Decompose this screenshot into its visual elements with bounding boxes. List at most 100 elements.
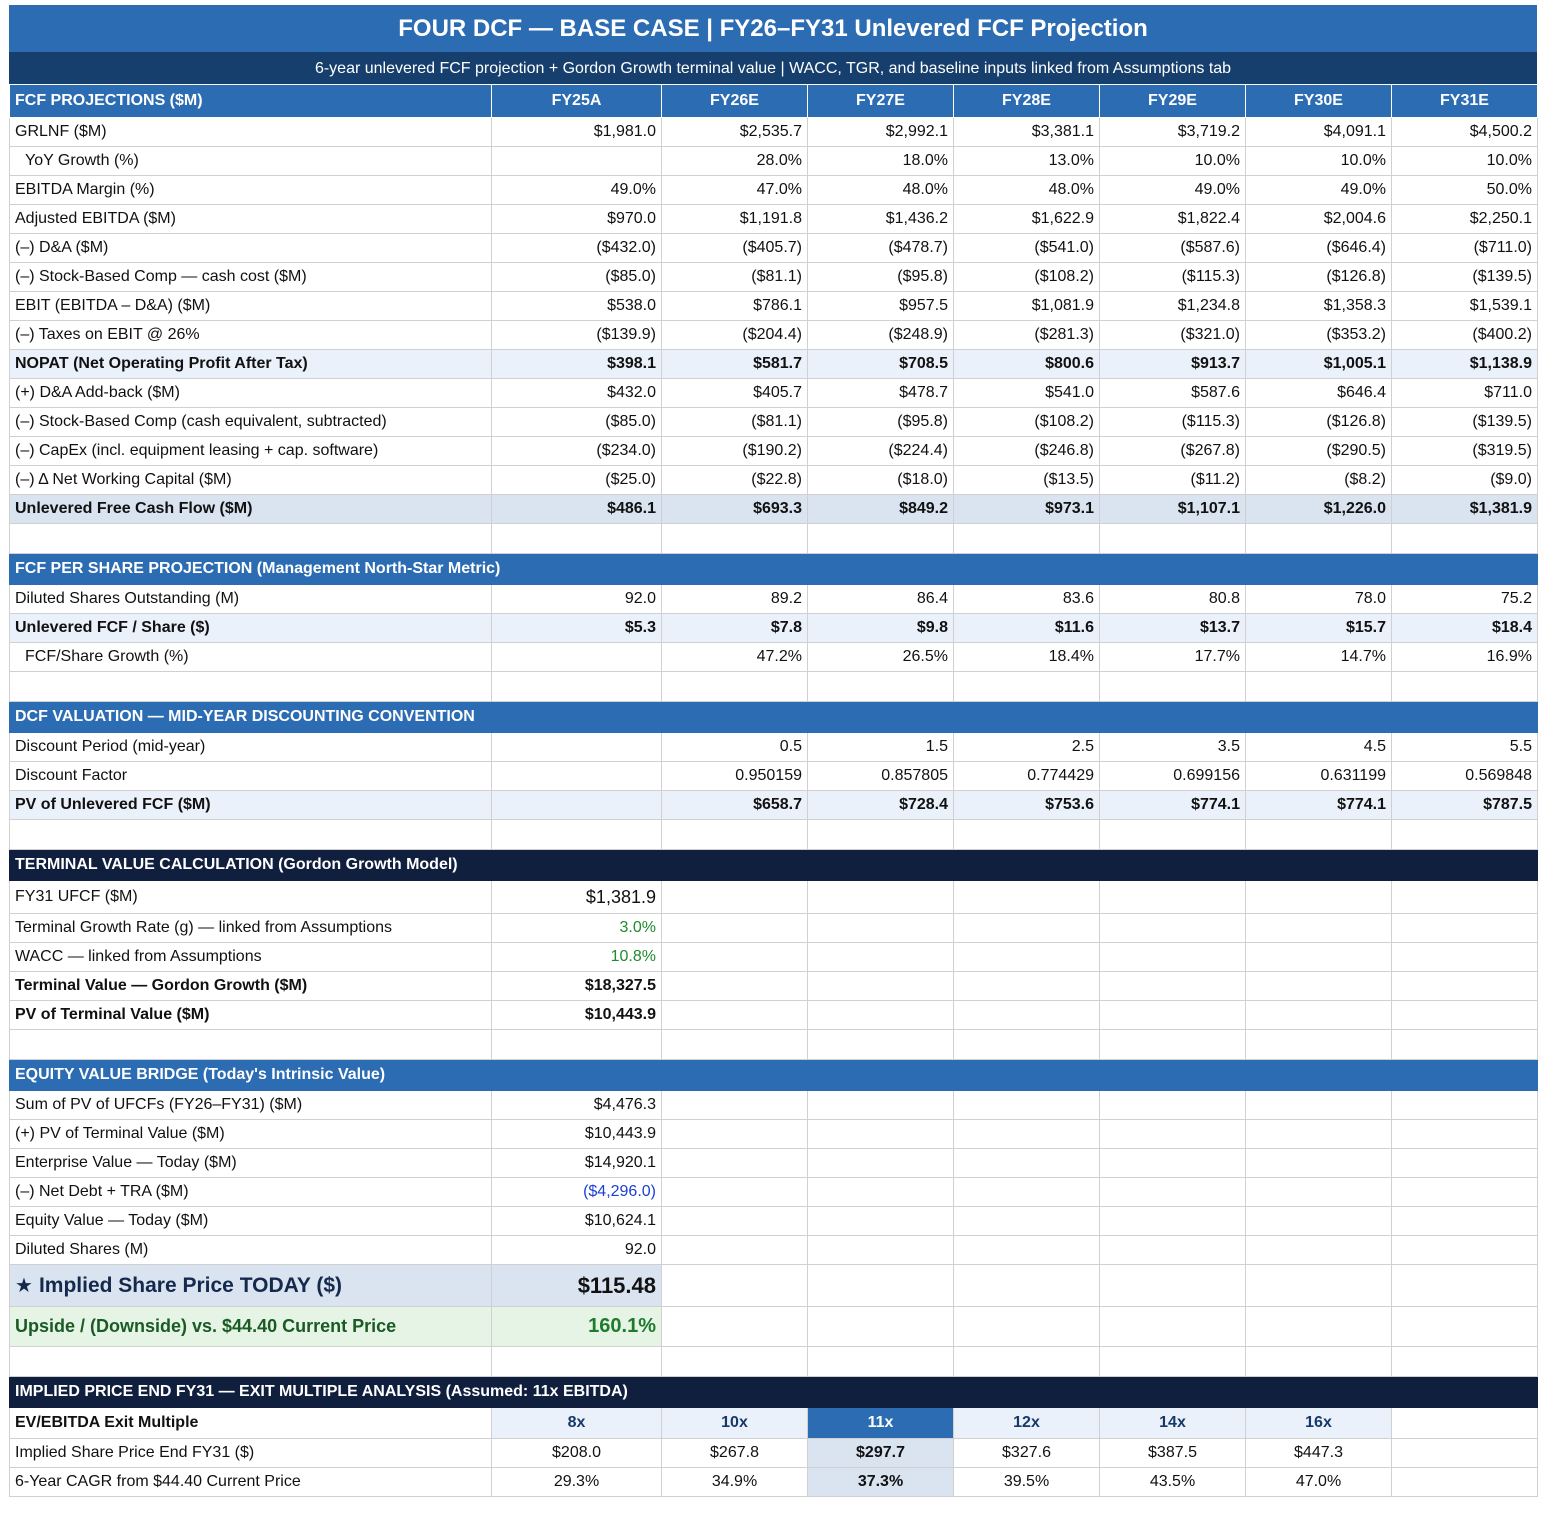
value-cell[interactable]: $1,234.8 (1099, 291, 1246, 321)
value-cell[interactable]: $208.0 (491, 1438, 662, 1468)
value-cell[interactable]: 80.8 (1099, 584, 1246, 614)
value-cell[interactable]: $1,191.8 (661, 204, 808, 234)
value-cell[interactable]: 3.0% (491, 913, 662, 943)
value-cell[interactable]: ($587.6) (1099, 233, 1246, 263)
empty-cell[interactable] (953, 671, 1100, 702)
empty-cell[interactable] (1245, 1000, 1392, 1030)
value-cell[interactable]: ($11.2) (1099, 465, 1246, 495)
value-cell[interactable]: $1,226.0 (1245, 494, 1392, 524)
empty-cell[interactable] (1099, 523, 1246, 554)
value-cell[interactable]: $18.4 (1391, 613, 1538, 643)
empty-cell[interactable] (661, 1119, 808, 1149)
value-cell[interactable]: 48.0% (807, 175, 954, 205)
empty-cell[interactable] (1099, 1177, 1246, 1207)
empty-cell[interactable] (1391, 1090, 1538, 1120)
empty-cell[interactable] (1099, 1119, 1246, 1149)
empty-cell[interactable] (1391, 1119, 1538, 1149)
empty-cell[interactable] (1391, 1346, 1538, 1377)
value-cell[interactable]: 47.0% (661, 175, 808, 205)
multiple-header[interactable]: 14x (1099, 1407, 1246, 1439)
empty-cell[interactable] (1391, 1407, 1538, 1439)
value-cell[interactable]: ($432.0) (491, 233, 662, 263)
multiple-header[interactable]: 11x (807, 1407, 954, 1439)
empty-cell[interactable] (1245, 1148, 1392, 1178)
value-cell[interactable]: 26.5% (807, 642, 954, 672)
value-cell[interactable]: ($290.5) (1245, 436, 1392, 466)
empty-cell[interactable] (1391, 1235, 1538, 1265)
value-cell[interactable]: 10.0% (1099, 146, 1246, 176)
value-cell[interactable] (491, 761, 662, 791)
value-cell[interactable]: $1,081.9 (953, 291, 1100, 321)
empty-cell[interactable] (1099, 819, 1246, 850)
value-cell[interactable]: ($115.3) (1099, 407, 1246, 437)
empty-cell[interactable] (661, 1029, 808, 1060)
empty-cell[interactable] (1245, 1029, 1392, 1060)
value-cell[interactable] (491, 642, 662, 672)
value-cell[interactable]: $646.4 (1245, 378, 1392, 408)
empty-cell[interactable] (1391, 1467, 1538, 1497)
value-cell[interactable]: $18,327.5 (491, 971, 662, 1001)
empty-cell[interactable] (661, 942, 808, 972)
value-cell[interactable] (491, 146, 662, 176)
empty-cell[interactable] (1099, 1029, 1246, 1060)
value-cell[interactable]: 37.3% (807, 1467, 954, 1497)
value-cell[interactable]: ($400.2) (1391, 320, 1538, 350)
value-cell[interactable]: 83.6 (953, 584, 1100, 614)
value-cell[interactable]: $1,107.1 (1099, 494, 1246, 524)
value-cell[interactable]: 47.0% (1245, 1467, 1392, 1497)
value-cell[interactable]: ($4,296.0) (491, 1177, 662, 1207)
empty-cell[interactable] (1391, 913, 1538, 943)
value-cell[interactable]: $10,624.1 (491, 1206, 662, 1236)
value-cell[interactable]: $711.0 (1391, 378, 1538, 408)
value-cell[interactable]: $15.7 (1245, 613, 1392, 643)
value-cell[interactable]: $728.4 (807, 790, 954, 820)
value-cell[interactable]: ($353.2) (1245, 320, 1392, 350)
empty-cell[interactable] (1245, 1346, 1392, 1377)
value-cell[interactable]: $1,138.9 (1391, 349, 1538, 379)
empty-cell[interactable] (661, 1206, 808, 1236)
value-cell[interactable]: $1,436.2 (807, 204, 954, 234)
empty-cell[interactable] (661, 1090, 808, 1120)
value-cell[interactable]: ($204.4) (661, 320, 808, 350)
empty-cell[interactable] (807, 1235, 954, 1265)
empty-cell[interactable] (1391, 971, 1538, 1001)
value-cell[interactable]: $432.0 (491, 378, 662, 408)
value-cell[interactable]: $658.7 (661, 790, 808, 820)
value-cell[interactable]: $11.6 (953, 613, 1100, 643)
value-cell[interactable]: ($646.4) (1245, 233, 1392, 263)
empty-cell[interactable] (1391, 1029, 1538, 1060)
empty-cell[interactable] (1391, 1206, 1538, 1236)
empty-cell[interactable] (1099, 1346, 1246, 1377)
value-cell[interactable]: 10.8% (491, 942, 662, 972)
value-cell[interactable]: $800.6 (953, 349, 1100, 379)
value-cell[interactable]: $849.2 (807, 494, 954, 524)
value-cell[interactable]: $581.7 (661, 349, 808, 379)
value-cell[interactable]: 75.2 (1391, 584, 1538, 614)
empty-cell[interactable] (491, 819, 662, 850)
value-cell[interactable]: ($8.2) (1245, 465, 1392, 495)
empty-cell[interactable] (807, 819, 954, 850)
empty-cell[interactable] (807, 523, 954, 554)
value-cell[interactable]: 0.950159 (661, 761, 808, 791)
empty-cell[interactable] (953, 942, 1100, 972)
value-cell[interactable]: ($108.2) (953, 407, 1100, 437)
value-cell[interactable]: 18.0% (807, 146, 954, 176)
value-cell[interactable]: ($267.8) (1099, 436, 1246, 466)
value-cell[interactable]: 14.7% (1245, 642, 1392, 672)
empty-cell[interactable] (1391, 1148, 1538, 1178)
empty-cell[interactable] (491, 1346, 662, 1377)
value-cell[interactable]: $973.1 (953, 494, 1100, 524)
value-cell[interactable]: ($541.0) (953, 233, 1100, 263)
value-cell[interactable]: $13.7 (1099, 613, 1246, 643)
empty-cell[interactable] (1099, 880, 1246, 914)
value-cell[interactable]: 0.5 (661, 732, 808, 762)
value-cell[interactable]: 10.0% (1391, 146, 1538, 176)
empty-cell[interactable] (1099, 942, 1246, 972)
empty-cell[interactable] (953, 971, 1100, 1001)
value-cell[interactable]: $1,539.1 (1391, 291, 1538, 321)
value-cell[interactable] (491, 790, 662, 820)
value-cell[interactable]: 10.0% (1245, 146, 1392, 176)
empty-cell[interactable] (661, 1148, 808, 1178)
value-cell[interactable]: 13.0% (953, 146, 1100, 176)
value-cell[interactable]: $4,500.2 (1391, 117, 1538, 147)
